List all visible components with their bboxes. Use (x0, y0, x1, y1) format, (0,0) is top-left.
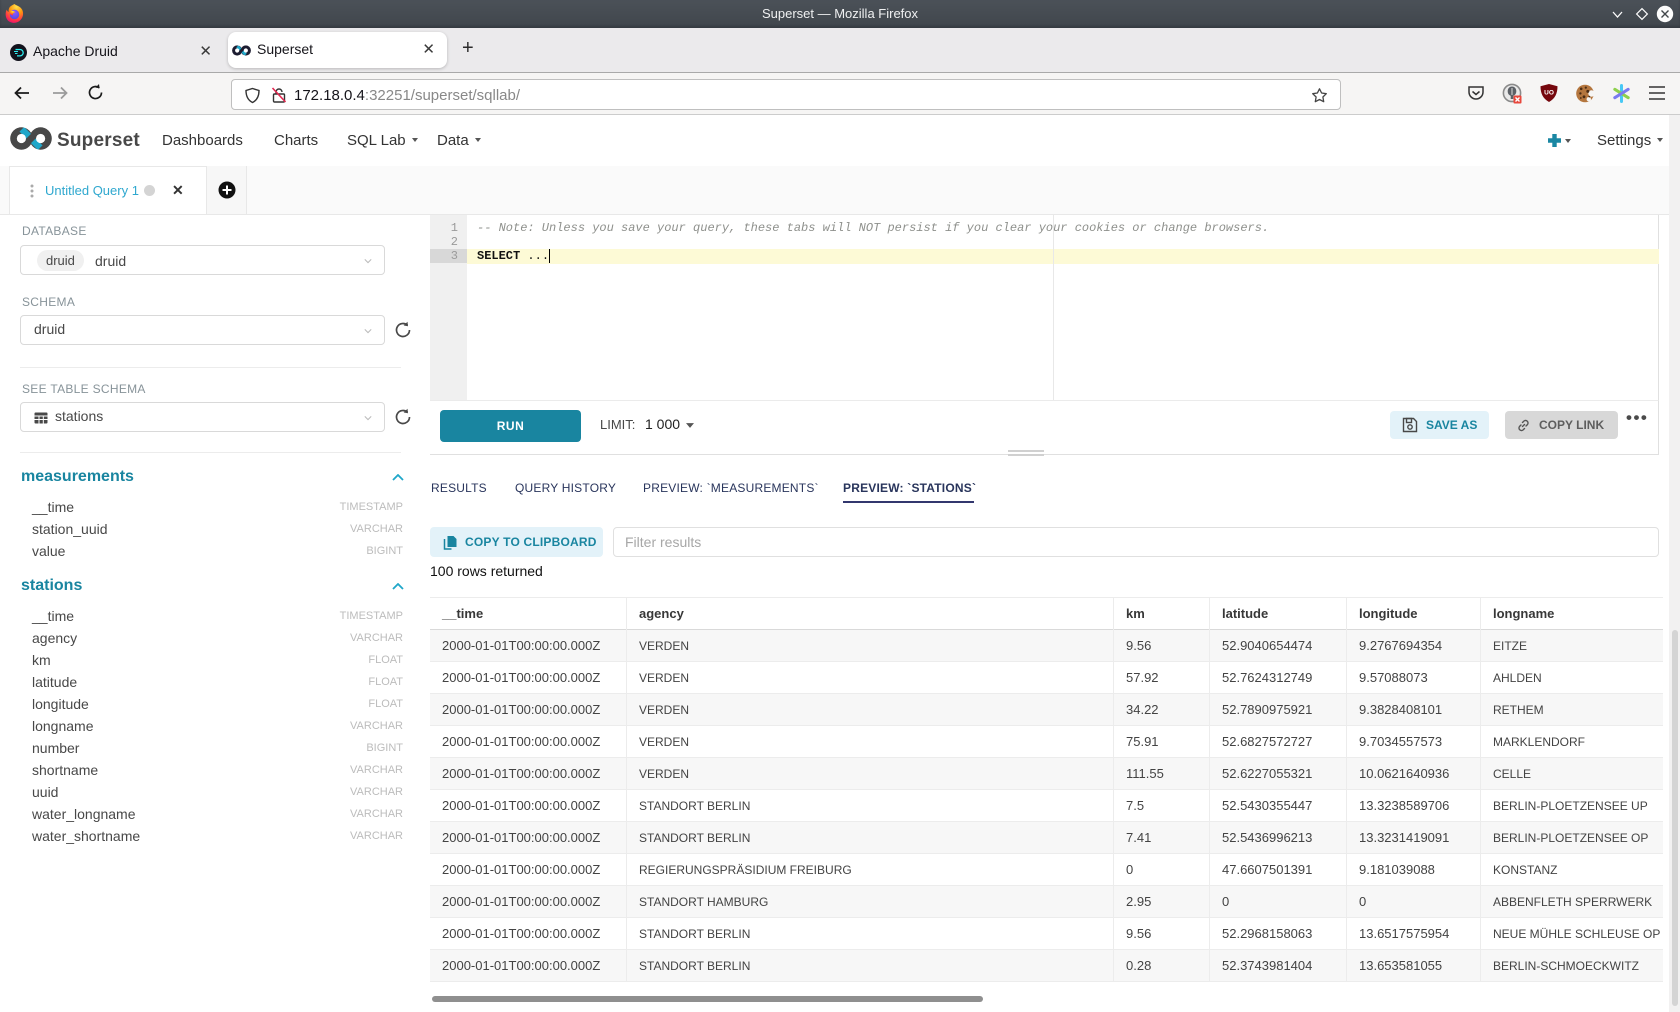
svg-text:UO: UO (1544, 90, 1554, 97)
